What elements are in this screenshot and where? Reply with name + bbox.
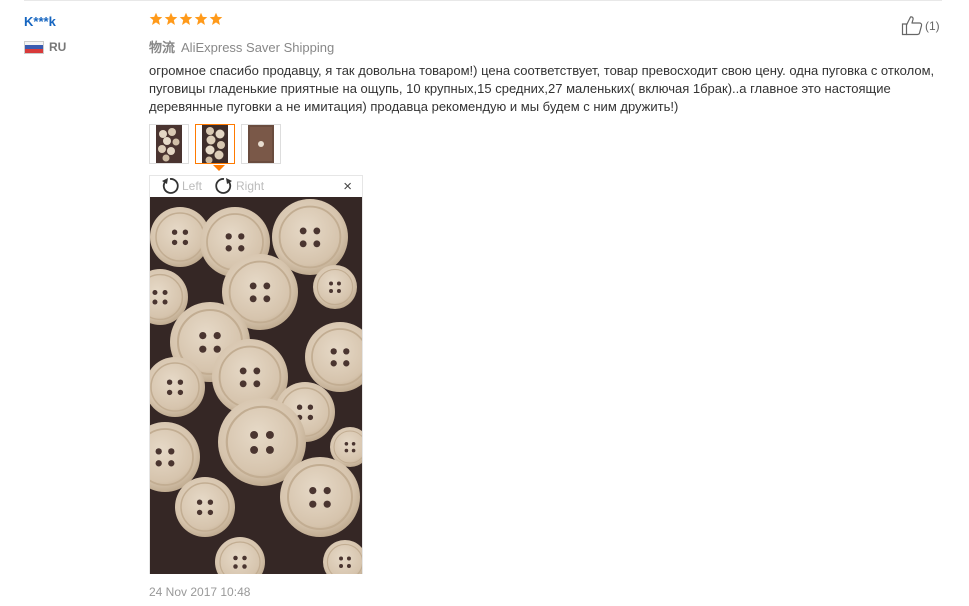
rotate-right-icon xyxy=(215,178,233,194)
star-icon xyxy=(194,12,208,25)
photo-thumbnail[interactable] xyxy=(241,124,281,164)
photo-thumbnail-active[interactable] xyxy=(195,124,235,164)
top-divider xyxy=(24,0,942,1)
wooden-buttons-photo xyxy=(150,197,362,574)
review-photo xyxy=(150,197,362,574)
helpful-count: (1) xyxy=(925,18,940,33)
star-icon xyxy=(149,12,163,25)
image-viewer: Left Right × xyxy=(149,175,363,574)
star-icon xyxy=(164,12,178,25)
star-rating xyxy=(149,12,223,26)
helpful-button[interactable]: (1) xyxy=(901,15,940,36)
reviewer-info: K***k RU xyxy=(24,14,66,54)
reviewer-name: K***k xyxy=(24,14,56,29)
close-icon[interactable]: × xyxy=(343,178,352,195)
rotate-left-button[interactable]: Left xyxy=(160,176,202,196)
star-icon xyxy=(179,12,193,25)
country-code: RU xyxy=(49,40,67,54)
rotate-left-icon xyxy=(162,178,179,194)
rotate-right-label: Right xyxy=(236,179,265,193)
thumbnail-image xyxy=(248,125,274,163)
russia-flag-icon xyxy=(24,40,44,54)
star-icon xyxy=(209,12,223,25)
thumbnail-strip xyxy=(149,124,281,164)
review-text: огромное спасибо продавцу, я так довольн… xyxy=(149,63,935,114)
thumbnail-image xyxy=(202,125,228,163)
thumb-up-icon xyxy=(901,16,923,36)
shipping-label: 物流 xyxy=(149,40,176,55)
rotate-right-button[interactable]: Right xyxy=(214,176,264,196)
rotate-left-label: Left xyxy=(182,179,203,193)
reviewer-country: RU xyxy=(24,40,66,54)
shipping-method: AliExpress Saver Shipping xyxy=(181,40,335,55)
review-date: 24 Nov 2017 10:48 xyxy=(149,585,251,599)
active-thumbnail-caret xyxy=(213,165,225,171)
photo-thumbnail[interactable] xyxy=(149,124,189,164)
shipping-info: 物流 AliExpress Saver Shipping xyxy=(149,37,334,56)
thumbnail-image xyxy=(156,125,182,163)
viewer-toolbar: Left Right × xyxy=(150,176,362,196)
